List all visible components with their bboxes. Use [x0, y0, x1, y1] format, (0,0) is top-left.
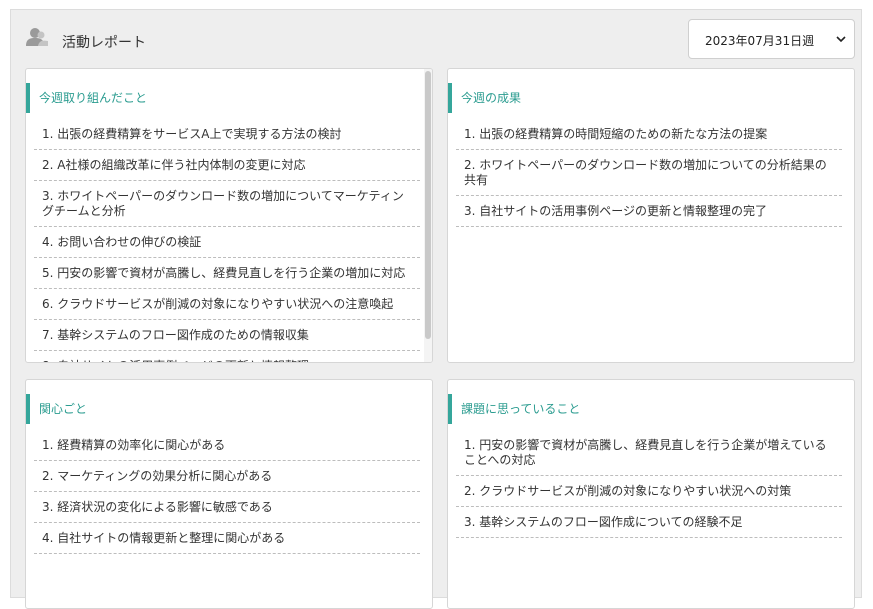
issues-list: 1. 円安の影響で資材が高騰し、経費見直しを行う企業が増えていることへの対応 2…	[456, 430, 842, 538]
list-item: 3. 経済状況の変化による影響に敏感である	[34, 492, 420, 523]
results-list: 1. 出張の経費精算の時間短縮のための新たな方法の提案 2. ホワイトペーパーの…	[456, 119, 842, 227]
list-item: 6. クラウドサービスが削減の対象になりやすい状況への注意喚起	[34, 289, 420, 320]
card-title: 今週取り組んだこと	[26, 83, 147, 113]
list-item: 2. A社様の組織改革に伴う社内体制の変更に対応	[34, 150, 420, 181]
list-item: 5. 円安の影響で資材が高騰し、経費見直しを行う企業の増加に対応	[34, 258, 420, 289]
list-item: 3. 基幹システムのフロー図作成についての経験不足	[456, 507, 842, 538]
scrollbar-thumb[interactable]	[425, 71, 431, 339]
chevron-down-icon	[836, 36, 846, 43]
activity-report-panel: 活動レポート 2023年07月31日週 今週取り組んだこと 1. 出張の経費精算…	[10, 9, 862, 609]
list-item: 4. お問い合わせの伸びの検証	[34, 227, 420, 258]
week-select[interactable]: 2023年07月31日週	[688, 19, 855, 59]
card-title: 関心ごと	[26, 394, 87, 424]
report-header: 活動レポート 2023年07月31日週	[11, 10, 861, 68]
user-icon	[26, 28, 48, 46]
card-worked-on: 今週取り組んだこと 1. 出張の経費精算をサービスA上で実現する方法の検討 2.…	[25, 68, 433, 363]
list-item: 2. クラウドサービスが削減の対象になりやすい状況への対策	[456, 476, 842, 507]
list-item: 2. マーケティングの効果分析に関心がある	[34, 461, 420, 492]
list-item: 1. 円安の影響で資材が高騰し、経費見直しを行う企業が増えていることへの対応	[456, 430, 842, 476]
list-item: 3. ホワイトペーパーのダウンロード数の増加についてマーケティングチームと分析	[34, 181, 420, 227]
list-item: 2. ホワイトペーパーのダウンロード数の増加についての分析結果の共有	[456, 150, 842, 196]
worked-on-list: 1. 出張の経費精算をサービスA上で実現する方法の検討 2. A社様の組織改革に…	[34, 119, 420, 362]
list-item: 8. 自社サイトの活用事例ページの更新と情報整理	[34, 351, 420, 362]
week-select-value: 2023年07月31日週	[705, 34, 815, 48]
card-title: 今週の成果	[448, 83, 521, 113]
list-item: 1. 経費精算の効率化に関心がある	[34, 430, 420, 461]
scrollbar[interactable]	[424, 69, 432, 362]
list-item: 7. 基幹システムのフロー図作成のための情報収集	[34, 320, 420, 351]
list-item: 4. 自社サイトの情報更新と整理に関心がある	[34, 523, 420, 554]
card-title: 課題に思っていること	[448, 394, 580, 424]
list-item: 1. 出張の経費精算をサービスA上で実現する方法の検討	[34, 119, 420, 150]
card-issues: 課題に思っていること 1. 円安の影響で資材が高騰し、経費見直しを行う企業が増え…	[447, 379, 855, 609]
card-results: 今週の成果 1. 出張の経費精算の時間短縮のための新たな方法の提案 2. ホワイ…	[447, 68, 855, 363]
list-item: 3. 自社サイトの活用事例ページの更新と情報整理の完了	[456, 196, 842, 227]
page-title: 活動レポート	[62, 35, 146, 51]
list-item: 1. 出張の経費精算の時間短縮のための新たな方法の提案	[456, 119, 842, 150]
card-interests: 関心ごと 1. 経費精算の効率化に関心がある 2. マーケティングの効果分析に関…	[25, 379, 433, 609]
interests-list: 1. 経費精算の効率化に関心がある 2. マーケティングの効果分析に関心がある …	[34, 430, 420, 554]
